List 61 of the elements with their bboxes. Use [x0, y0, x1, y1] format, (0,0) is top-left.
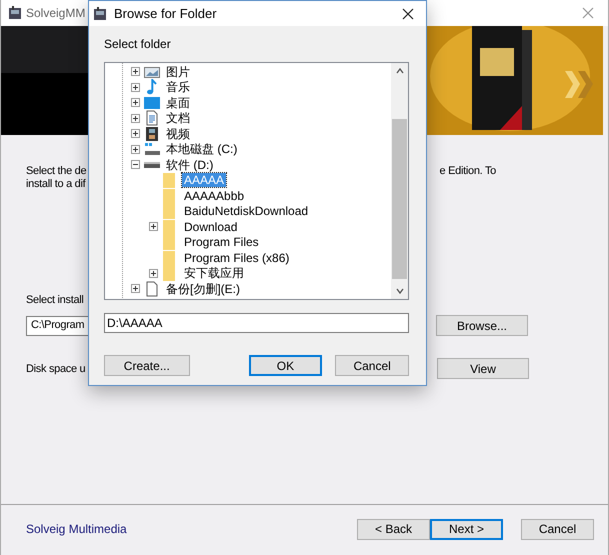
folder-icon — [162, 234, 178, 250]
folder-icon — [162, 172, 178, 188]
prompt-text: Select folder — [104, 37, 172, 51]
dialog-button[interactable]: Create... — [104, 355, 190, 376]
tree-item[interactable]: 安下载应用 — [182, 266, 246, 280]
tree-item[interactable]: AAAAAbbb — [182, 188, 246, 203]
expander-icon[interactable] — [131, 114, 140, 123]
folder-icon — [162, 218, 178, 235]
expander-icon[interactable] — [131, 98, 140, 108]
folder-icon — [162, 250, 178, 266]
view-button[interactable]: View — [437, 358, 529, 379]
scroll-down-icon[interactable] — [394, 286, 404, 296]
wizard-button[interactable]: < Back — [357, 518, 430, 540]
drive-icon — [144, 162, 160, 168]
tree-item[interactable]: 文档 — [164, 111, 192, 126]
desktop-icon — [144, 94, 160, 111]
tree-item[interactable]: 图片 — [164, 64, 192, 79]
expander-icon[interactable] — [131, 67, 140, 76]
description-text: install to a dif — [26, 178, 86, 191]
tree-item[interactable]: 视频 — [164, 126, 192, 141]
expander-icon[interactable] — [131, 284, 140, 294]
wizard-button[interactable]: Cancel — [521, 518, 594, 540]
document-icon — [144, 110, 160, 126]
expander-icon[interactable] — [131, 160, 140, 170]
tree-item[interactable]: 软件 (D:) — [164, 158, 216, 172]
close-icon[interactable] — [402, 8, 414, 20]
disk-space-label: Disk space u — [26, 362, 86, 374]
dialog-title: Browse for Folder — [114, 6, 217, 21]
solveig-link[interactable]: Solveig Multimedia — [26, 522, 127, 536]
tree-item[interactable]: Download — [182, 220, 240, 234]
expander-icon[interactable] — [149, 222, 158, 232]
tree-item[interactable]: Program Files — [182, 235, 261, 250]
tree-item[interactable]: 本地磁盘 (C:) — [164, 142, 240, 156]
app-icon — [7, 5, 23, 21]
folder-icon — [162, 203, 178, 220]
dialog-button[interactable]: Cancel — [335, 355, 409, 376]
folder-label: Select install — [26, 294, 84, 306]
tree-item[interactable]: 桌面 — [164, 96, 192, 110]
expander-icon[interactable] — [131, 129, 140, 138]
expander-icon[interactable] — [131, 144, 140, 154]
tree-item[interactable]: Program Files (x86) — [182, 250, 292, 265]
film-icon — [144, 126, 160, 142]
description-text: e Edition. To — [440, 165, 496, 179]
wizard-button[interactable]: Next > — [430, 518, 503, 540]
expander-icon[interactable] — [131, 82, 140, 92]
tree-item[interactable]: 备份[勿删](E:) — [164, 282, 242, 296]
page-icon — [144, 280, 160, 297]
path-field[interactable]: D:\AAAAA — [104, 313, 409, 333]
scrollbar-thumb[interactable] — [392, 119, 407, 279]
expander-icon[interactable] — [149, 268, 158, 278]
browse-button[interactable]: Browse... — [436, 315, 528, 336]
folder-icon — [162, 265, 178, 282]
tree-item[interactable]: BaiduNetdiskDownload — [182, 204, 310, 218]
dialog-button[interactable]: OK — [248, 355, 322, 376]
tree-item[interactable]: 音乐 — [164, 80, 192, 94]
description-text: Select the de — [26, 165, 86, 178]
folder-icon — [162, 188, 178, 204]
window-title: SolveigMM — [26, 6, 86, 20]
scroll-up-icon[interactable] — [394, 66, 404, 76]
drive-icon — [144, 141, 160, 158]
app-icon — [92, 6, 108, 22]
